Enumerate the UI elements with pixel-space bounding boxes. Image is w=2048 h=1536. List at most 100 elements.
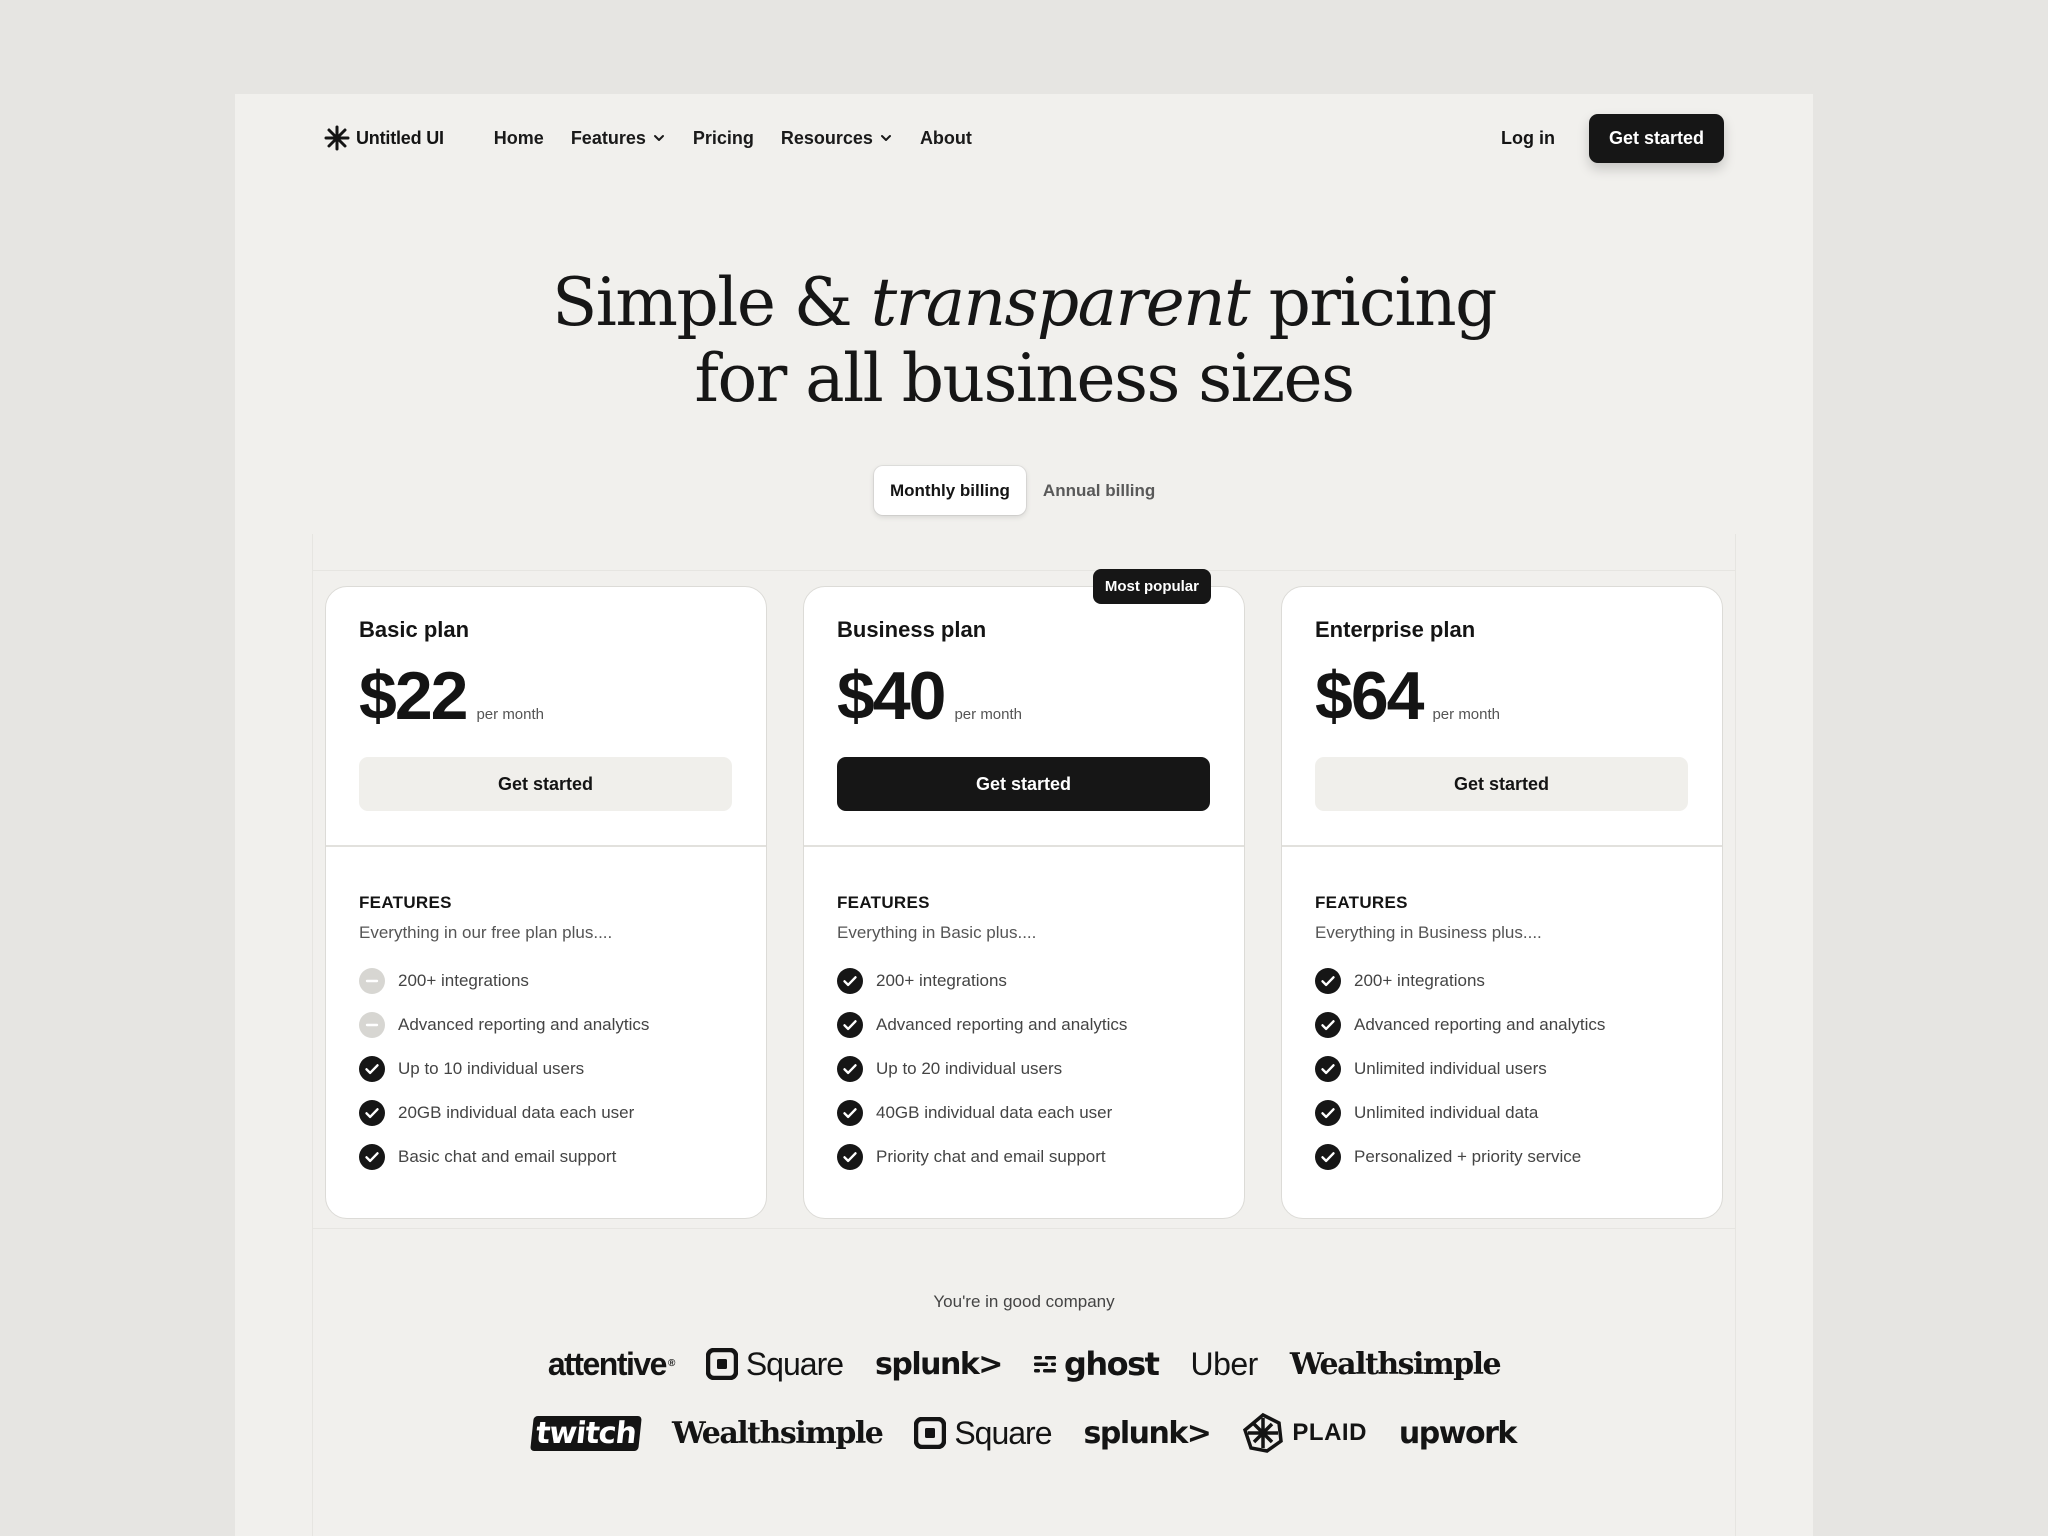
nav-get-started-button[interactable]: Get started [1588, 113, 1724, 163]
plan-name: Enterprise plan [1315, 617, 1476, 642]
wealthsimple-logo: Wealthsimple [671, 1415, 884, 1451]
page-frame: Untitled UI Home Features Pricing Resour… [235, 94, 1813, 1536]
layout-guide [312, 570, 1736, 571]
card-divider [804, 845, 1244, 847]
check-circle-icon [359, 1100, 385, 1126]
layout-guide [312, 1228, 1736, 1229]
plan-price: $40 [837, 658, 946, 734]
feature-text: Unlimited individual users [1354, 1059, 1547, 1078]
enterprise-get-started-button[interactable]: Get started [1315, 757, 1688, 811]
features-subheading: Everything in Basic plus.... [837, 923, 1037, 942]
nav-link-label: About [919, 127, 972, 148]
feature-text: 200+ integrations [398, 971, 529, 990]
logo-text: upwork [1398, 1415, 1517, 1451]
nav-links: Home Features Pricing Resources About [494, 128, 972, 149]
square-logo: Square [705, 1345, 844, 1383]
business-get-started-button[interactable]: Get started [837, 757, 1210, 811]
hero-text: Simple & [552, 264, 871, 341]
splunk-logo: splunk> [1083, 1415, 1212, 1451]
chevron-down-icon [653, 135, 664, 141]
feature-text: Basic chat and email support [398, 1147, 617, 1166]
logo-text: splunk> [1083, 1415, 1212, 1451]
basic-get-started-button[interactable]: Get started [359, 757, 732, 811]
feature-text: Up to 20 individual users [876, 1059, 1063, 1078]
logo-text: splunk> [875, 1346, 1003, 1382]
card-divider [326, 845, 766, 847]
feature-item: Unlimited individual data [1315, 1091, 1605, 1135]
brand-name: Untitled UI [356, 127, 444, 148]
pricing-card-basic: Basic plan $22 per month Get started FEA… [325, 586, 767, 1219]
nav-link-resources[interactable]: Resources [781, 128, 893, 149]
logo-text: Uber [1190, 1345, 1258, 1382]
brand-logo[interactable]: Untitled UI [324, 125, 444, 151]
plaid-mark-icon [1243, 1412, 1284, 1453]
nav-actions: Log in Get started [1501, 113, 1724, 163]
check-circle-icon [837, 1012, 863, 1038]
feature-item: Advanced reporting and analytics [837, 1003, 1127, 1047]
upwork-logo: upwork [1398, 1415, 1517, 1451]
square-mark-icon [914, 1417, 947, 1449]
features-heading: FEATURES [837, 893, 930, 912]
feature-item: 40GB individual data each user [837, 1091, 1127, 1135]
ghost-logo: ghost [1033, 1345, 1160, 1383]
uber-logo: Uber [1190, 1345, 1258, 1383]
logo-text: ghost [1063, 1345, 1160, 1383]
nav-link-label: Pricing [692, 127, 754, 148]
minus-circle-icon [359, 968, 385, 994]
feature-item: 200+ integrations [837, 959, 1127, 1003]
check-circle-icon [1315, 1056, 1341, 1082]
logo-row: twitch Wealthsimple Square splunk> PLAID… [235, 1408, 1813, 1458]
nav-link-features[interactable]: Features [571, 128, 666, 149]
plaid-logo: PLAID [1242, 1412, 1367, 1454]
login-link[interactable]: Log in [1501, 128, 1555, 149]
good-company-heading: You're in good company [933, 1292, 1115, 1311]
hero-text: pricing [1249, 264, 1498, 341]
ghost-mark-icon [1033, 1356, 1056, 1373]
annual-billing-tab[interactable]: Annual billing [1043, 481, 1155, 501]
pricing-card-business: Most popular Business plan $40 per month… [803, 569, 1245, 1219]
feature-item: Unlimited individual users [1315, 1047, 1605, 1091]
asterisk-logo-icon [324, 125, 350, 151]
feature-item: Up to 20 individual users [837, 1047, 1127, 1091]
nav-link-about[interactable]: About [920, 128, 972, 149]
pricing-card-enterprise: Enterprise plan $64 per month Get starte… [1281, 586, 1723, 1219]
top-nav: Untitled UI Home Features Pricing Resour… [324, 113, 1724, 163]
logo-text: twitch [534, 1415, 638, 1451]
attentive-logo: attentive ® [548, 1346, 675, 1383]
plan-name: Basic plan [359, 617, 470, 642]
monthly-billing-tab[interactable]: Monthly billing [874, 466, 1026, 515]
check-circle-icon [837, 968, 863, 994]
nav-link-home[interactable]: Home [494, 128, 544, 149]
check-circle-icon [359, 1144, 385, 1170]
square-mark-icon [705, 1348, 738, 1380]
feature-text: Advanced reporting and analytics [876, 1015, 1128, 1034]
price-row: $22 per month [359, 657, 544, 735]
feature-list: 200+ integrations Advanced reporting and… [1315, 959, 1605, 1179]
nav-link-pricing[interactable]: Pricing [693, 128, 754, 149]
logo-text: Wealthsimple [1289, 1346, 1502, 1382]
hero-heading: Simple & transparent pricing for all bus… [235, 265, 1813, 417]
feature-item: Basic chat and email support [359, 1135, 649, 1179]
feature-item: Advanced reporting and analytics [359, 1003, 649, 1047]
nav-link-label: Home [493, 127, 544, 148]
check-circle-icon [837, 1100, 863, 1126]
check-circle-icon [1315, 1012, 1341, 1038]
feature-text: Up to 10 individual users [398, 1059, 585, 1078]
logo-text: Wealthsimple [671, 1415, 884, 1451]
registered-mark-icon: ® [667, 1357, 675, 1369]
logo-text: PLAID [1292, 1419, 1367, 1446]
features-subheading: Everything in our free plan plus.... [359, 923, 613, 942]
features-subheading: Everything in Business plus.... [1315, 923, 1542, 942]
square-logo: Square [914, 1415, 1053, 1452]
feature-item: Personalized + priority service [1315, 1135, 1605, 1179]
features-heading: FEATURES [359, 893, 452, 912]
card-divider [1282, 845, 1722, 847]
features-heading: FEATURES [1315, 893, 1408, 912]
chevron-down-icon [880, 135, 891, 141]
feature-text: 200+ integrations [1354, 971, 1485, 990]
feature-item: Priority chat and email support [837, 1135, 1127, 1179]
feature-text: 20GB individual data each user [398, 1103, 635, 1122]
logo-text: Square [745, 1345, 844, 1382]
feature-list: 200+ integrations Advanced reporting and… [359, 959, 649, 1179]
feature-list: 200+ integrations Advanced reporting and… [837, 959, 1127, 1179]
